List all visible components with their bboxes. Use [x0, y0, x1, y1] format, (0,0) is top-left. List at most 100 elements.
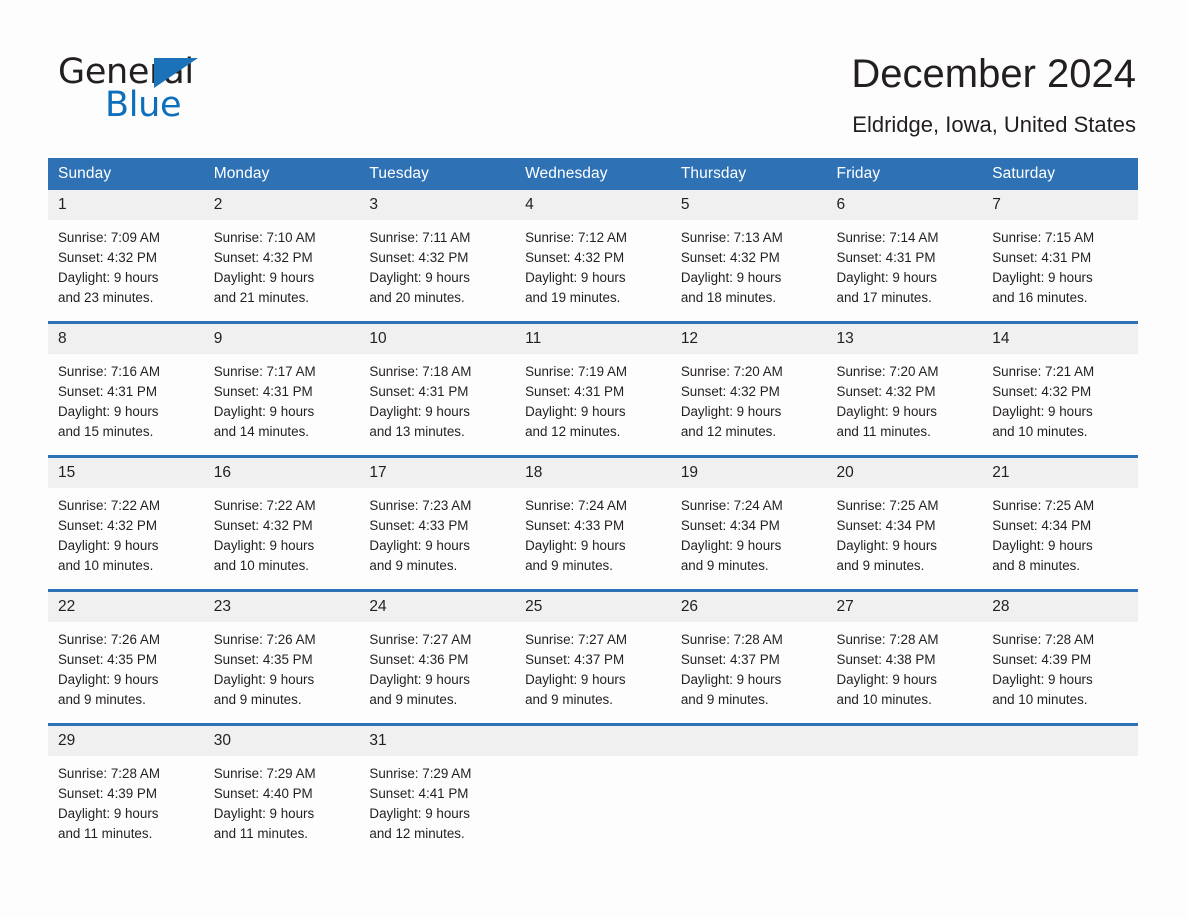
- daylight-text-line2: and 12 minutes.: [369, 826, 465, 842]
- day-number: 21: [982, 458, 1138, 488]
- weekday-header-tuesday: Tuesday: [359, 158, 516, 190]
- day-details: [982, 756, 1138, 764]
- daylight-text-line2: and 11 minutes.: [58, 826, 153, 842]
- day-number: 30: [203, 726, 360, 756]
- day-cell[interactable]: 16 Sunrise: 7:22 AM Sunset: 4:32 PM Dayl…: [203, 455, 360, 591]
- sunset-text: Sunset: 4:32 PM: [836, 384, 936, 400]
- sunset-text: Sunset: 4:39 PM: [58, 786, 157, 802]
- sunset-text: Sunset: 4:33 PM: [369, 518, 469, 534]
- day-number: 25: [515, 592, 671, 622]
- day-number: 24: [359, 592, 516, 622]
- day-number: 17: [359, 458, 516, 488]
- daylight-text-line1: Daylight: 9 hours: [369, 806, 470, 822]
- day-cell-empty: [515, 723, 671, 857]
- daylight-text-line2: and 9 minutes.: [213, 692, 302, 708]
- day-cell-empty: [670, 723, 827, 857]
- sunset-text: Sunset: 4:33 PM: [525, 518, 625, 534]
- day-cell[interactable]: 7 Sunrise: 7:15 AM Sunset: 4:31 PM Dayli…: [982, 190, 1138, 323]
- sunrise-text: Sunrise: 7:19 AM: [525, 364, 628, 379]
- day-cell[interactable]: 8 Sunrise: 7:16 AM Sunset: 4:31 PM Dayli…: [48, 321, 204, 457]
- day-cell[interactable]: 26 Sunrise: 7:28 AM Sunset: 4:37 PM Dayl…: [670, 589, 827, 725]
- sunrise-text: Sunrise: 7:25 AM: [836, 498, 939, 513]
- day-cell[interactable]: 6 Sunrise: 7:14 AM Sunset: 4:31 PM Dayli…: [826, 190, 983, 323]
- page-subtitle: Eldridge, Iowa, United States: [852, 112, 1136, 137]
- sunrise-text: Sunrise: 7:28 AM: [992, 632, 1095, 647]
- sunrise-text: Sunrise: 7:14 AM: [836, 230, 939, 245]
- day-details: Sunrise: 7:14 AM Sunset: 4:31 PM Dayligh…: [827, 220, 983, 308]
- day-number: 26: [670, 592, 827, 622]
- day-cell[interactable]: 17 Sunrise: 7:23 AM Sunset: 4:33 PM Dayl…: [359, 455, 516, 591]
- day-details: Sunrise: 7:15 AM Sunset: 4:31 PM Dayligh…: [982, 220, 1138, 308]
- day-number: 13: [826, 324, 983, 354]
- day-cell[interactable]: 30 Sunrise: 7:29 AM Sunset: 4:40 PM Dayl…: [203, 723, 360, 857]
- day-details: Sunrise: 7:24 AM Sunset: 4:33 PM Dayligh…: [515, 488, 671, 576]
- day-cell[interactable]: 24 Sunrise: 7:27 AM Sunset: 4:36 PM Dayl…: [359, 589, 516, 725]
- daylight-text-line2: and 13 minutes.: [369, 424, 465, 440]
- day-cell[interactable]: 1 Sunrise: 7:09 AM Sunset: 4:32 PM Dayli…: [48, 190, 204, 323]
- day-details: Sunrise: 7:17 AM Sunset: 4:31 PM Dayligh…: [204, 354, 360, 442]
- day-number: 19: [670, 458, 827, 488]
- logo-text-blue: Blue: [105, 85, 182, 125]
- day-cell[interactable]: 25 Sunrise: 7:27 AM Sunset: 4:37 PM Dayl…: [515, 589, 671, 725]
- day-cell[interactable]: 19 Sunrise: 7:24 AM Sunset: 4:34 PM Dayl…: [670, 455, 827, 591]
- day-details: Sunrise: 7:29 AM Sunset: 4:41 PM Dayligh…: [359, 756, 515, 844]
- day-details: Sunrise: 7:28 AM Sunset: 4:37 PM Dayligh…: [671, 622, 827, 710]
- day-cell[interactable]: 10 Sunrise: 7:18 AM Sunset: 4:31 PM Dayl…: [359, 321, 516, 457]
- day-details: Sunrise: 7:16 AM Sunset: 4:31 PM Dayligh…: [48, 354, 204, 442]
- daylight-text-line2: and 10 minutes.: [213, 558, 309, 574]
- day-cell[interactable]: 27 Sunrise: 7:28 AM Sunset: 4:38 PM Dayl…: [826, 589, 983, 725]
- daylight-text-line2: and 17 minutes.: [836, 290, 932, 306]
- sunset-text: Sunset: 4:36 PM: [369, 652, 469, 668]
- sunrise-text: Sunrise: 7:25 AM: [992, 498, 1095, 513]
- sunrise-text: Sunrise: 7:21 AM: [992, 364, 1095, 379]
- sunrise-text: Sunrise: 7:28 AM: [680, 632, 783, 647]
- day-number: 9: [203, 324, 360, 354]
- daylight-text-line1: Daylight: 9 hours: [58, 806, 159, 822]
- page-title: December 2024: [851, 52, 1136, 96]
- day-details: Sunrise: 7:24 AM Sunset: 4:34 PM Dayligh…: [671, 488, 827, 576]
- day-cell[interactable]: 15 Sunrise: 7:22 AM Sunset: 4:32 PM Dayl…: [48, 455, 204, 591]
- sunset-text: Sunset: 4:32 PM: [213, 250, 313, 266]
- day-number: 15: [48, 458, 204, 488]
- daylight-text-line1: Daylight: 9 hours: [58, 404, 159, 420]
- day-cell[interactable]: 2 Sunrise: 7:10 AM Sunset: 4:32 PM Dayli…: [203, 190, 360, 323]
- day-number: 22: [48, 592, 204, 622]
- day-cell[interactable]: 9 Sunrise: 7:17 AM Sunset: 4:31 PM Dayli…: [203, 321, 360, 457]
- day-cell[interactable]: 20 Sunrise: 7:25 AM Sunset: 4:34 PM Dayl…: [826, 455, 983, 591]
- day-cell[interactable]: 29 Sunrise: 7:28 AM Sunset: 4:39 PM Dayl…: [48, 723, 204, 857]
- day-cell[interactable]: 23 Sunrise: 7:26 AM Sunset: 4:35 PM Dayl…: [203, 589, 360, 725]
- sunset-text: Sunset: 4:31 PM: [992, 250, 1092, 266]
- generalblue-logo: General Blue: [58, 52, 318, 128]
- sunrise-text: Sunrise: 7:29 AM: [369, 766, 472, 781]
- day-cell[interactable]: 31 Sunrise: 7:29 AM Sunset: 4:41 PM Dayl…: [359, 723, 516, 857]
- daylight-text-line1: Daylight: 9 hours: [213, 270, 315, 286]
- day-cell[interactable]: 11 Sunrise: 7:19 AM Sunset: 4:31 PM Dayl…: [515, 321, 671, 457]
- day-cell[interactable]: 28 Sunrise: 7:28 AM Sunset: 4:39 PM Dayl…: [982, 589, 1138, 725]
- daylight-text-line1: Daylight: 9 hours: [992, 538, 1093, 554]
- day-cell[interactable]: 14 Sunrise: 7:21 AM Sunset: 4:32 PM Dayl…: [982, 321, 1138, 457]
- sunset-text: Sunset: 4:32 PM: [58, 250, 157, 266]
- sunrise-text: Sunrise: 7:23 AM: [369, 498, 472, 513]
- daylight-text-line1: Daylight: 9 hours: [680, 538, 782, 554]
- day-details: Sunrise: 7:09 AM Sunset: 4:32 PM Dayligh…: [48, 220, 204, 308]
- day-number: 6: [826, 190, 983, 220]
- daylight-text-line1: Daylight: 9 hours: [992, 404, 1093, 420]
- day-cell[interactable]: 18 Sunrise: 7:24 AM Sunset: 4:33 PM Dayl…: [515, 455, 671, 591]
- day-cell[interactable]: 5 Sunrise: 7:13 AM Sunset: 4:32 PM Dayli…: [670, 190, 827, 323]
- day-cell[interactable]: 13 Sunrise: 7:20 AM Sunset: 4:32 PM Dayl…: [826, 321, 983, 457]
- day-cell[interactable]: 12 Sunrise: 7:20 AM Sunset: 4:32 PM Dayl…: [670, 321, 827, 457]
- day-cell[interactable]: 4 Sunrise: 7:12 AM Sunset: 4:32 PM Dayli…: [515, 190, 671, 323]
- daylight-text-line1: Daylight: 9 hours: [836, 672, 937, 688]
- day-cell-empty: [826, 723, 983, 857]
- day-cell[interactable]: 21 Sunrise: 7:25 AM Sunset: 4:34 PM Dayl…: [982, 455, 1138, 591]
- day-cell[interactable]: 3 Sunrise: 7:11 AM Sunset: 4:32 PM Dayli…: [359, 190, 516, 323]
- daylight-text-line2: and 9 minutes.: [525, 692, 613, 708]
- sunset-text: Sunset: 4:35 PM: [58, 652, 157, 668]
- sunrise-text: Sunrise: 7:15 AM: [992, 230, 1095, 245]
- weekday-header-thursday: Thursday: [670, 158, 827, 190]
- calendar-table: Sunday Monday Tuesday Wednesday Thursday…: [48, 158, 1138, 857]
- sunrise-text: Sunrise: 7:28 AM: [58, 766, 160, 781]
- daylight-text-line1: Daylight: 9 hours: [58, 672, 159, 688]
- sunset-text: Sunset: 4:31 PM: [58, 384, 157, 400]
- day-cell[interactable]: 22 Sunrise: 7:26 AM Sunset: 4:35 PM Dayl…: [48, 589, 204, 725]
